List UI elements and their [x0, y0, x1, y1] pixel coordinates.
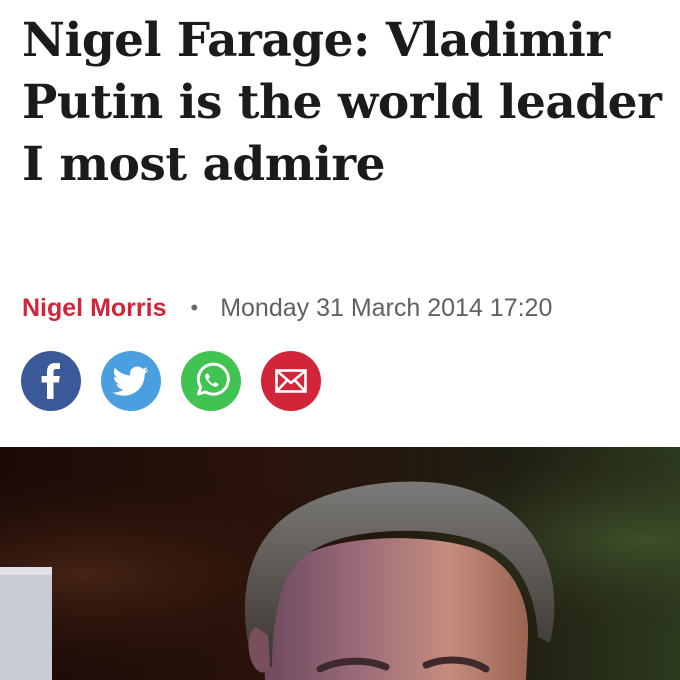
whatsapp-icon — [196, 362, 230, 396]
author-link[interactable]: Nigel Morris — [22, 294, 166, 323]
publish-date: Monday 31 March 2014 17:20 — [220, 293, 553, 322]
portrait-illustration — [0, 447, 680, 680]
whatsapp-share-button[interactable] — [181, 351, 241, 411]
byline-separator: • — [190, 295, 199, 320]
email-share-button[interactable] — [261, 351, 321, 411]
twitter-icon — [112, 366, 149, 396]
byline: Nigel Morris • Monday 31 March 2014 17:2… — [22, 290, 552, 326]
facebook-share-button[interactable] — [21, 351, 81, 411]
facebook-icon — [41, 363, 60, 399]
share-buttons — [21, 351, 321, 411]
email-icon — [275, 369, 307, 393]
article-headline: Nigel Farage: Vladimir Putin is the worl… — [22, 13, 662, 192]
article-photo — [0, 447, 680, 680]
twitter-share-button[interactable] — [101, 351, 161, 411]
